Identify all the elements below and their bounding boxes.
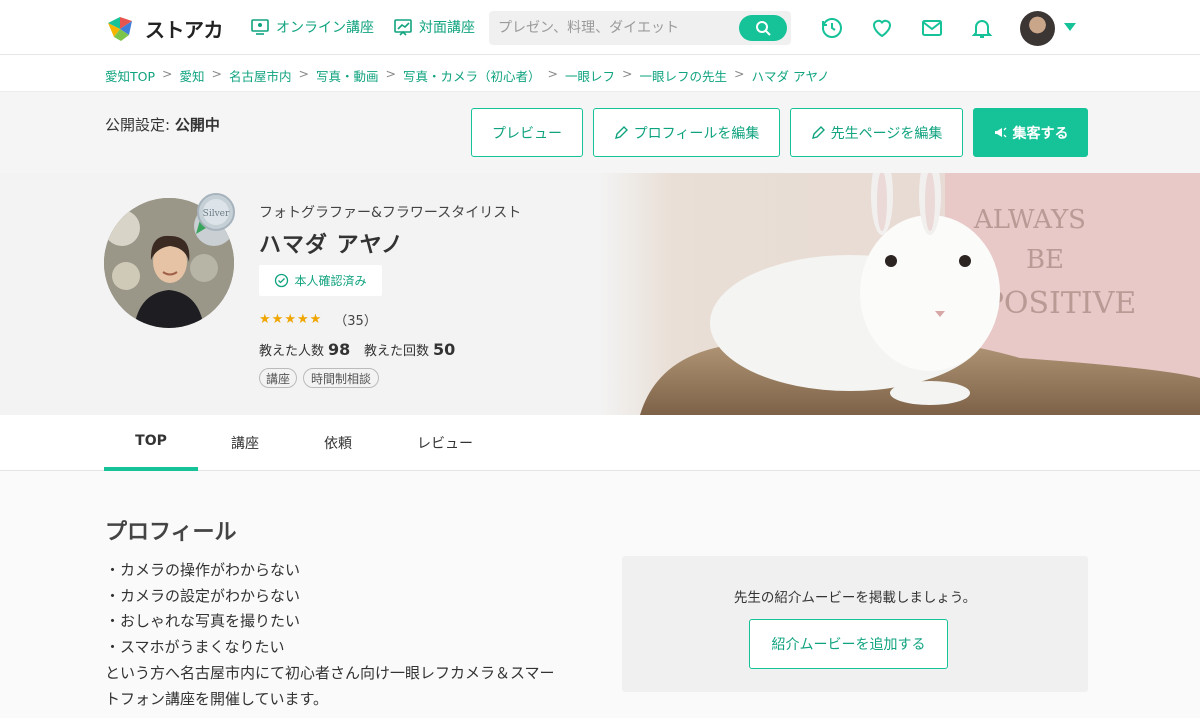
sign-text-line1: ALWAYS bbox=[973, 205, 1086, 235]
edit-teacher-page-button[interactable]: 先生ページを編集 bbox=[790, 108, 963, 157]
star-icon: ★ bbox=[296, 312, 309, 327]
profile-line: ・おしゃれな写真を撮りたい bbox=[105, 612, 301, 631]
search-button[interactable] bbox=[739, 15, 787, 41]
promote-label: 集客する bbox=[1012, 125, 1069, 142]
intro-video-panel: 先生の紹介ムービーを掲載しましょう。 紹介ムービーを追加する bbox=[622, 556, 1088, 692]
profile-description: ・カメラの操作がわからない ・カメラの設定がわからない ・おしゃれな写真を撮りた… bbox=[105, 558, 605, 712]
breadcrumb-current[interactable]: ハマダ アヤノ bbox=[752, 66, 830, 85]
promote-button[interactable]: 集客する bbox=[973, 108, 1088, 157]
profile-line: トフォン講座を開催しています。 bbox=[105, 689, 329, 708]
publish-settings-bar: 公開設定: 公開中 プレビュー プロフィールを編集 先生ページを編集 集客する bbox=[0, 91, 1200, 173]
sessions-value: 50 bbox=[433, 340, 456, 359]
profile-section-title: プロフィール bbox=[105, 520, 237, 545]
nav-online-label: オンライン講座 bbox=[276, 20, 374, 36]
breadcrumb-separator: > bbox=[622, 66, 633, 81]
search-icon bbox=[756, 21, 771, 36]
tag-consultation[interactable]: 時間制相談 bbox=[303, 368, 379, 388]
search-box bbox=[489, 11, 791, 45]
tab-reviews[interactable]: レビュー bbox=[398, 415, 492, 471]
profile-line: ・カメラの操作がわからない bbox=[105, 561, 301, 579]
teacher-profile-hero: Silver フォトグラファー&フラワースタイリスト ハマダ アヤノ 本人確認済… bbox=[0, 173, 1200, 415]
bell-icon[interactable] bbox=[970, 16, 994, 40]
teacher-subtitle: フォトグラファー&フラワースタイリスト bbox=[259, 205, 522, 221]
nav-inperson-courses[interactable]: 対面講座 bbox=[393, 17, 475, 37]
breadcrumb-item[interactable]: 一眼レフの先生 bbox=[640, 66, 728, 85]
star-icon: ★ bbox=[309, 312, 322, 327]
user-avatar[interactable] bbox=[1020, 11, 1055, 46]
tab-courses[interactable]: 講座 bbox=[198, 415, 292, 471]
tab-requests[interactable]: 依頼 bbox=[291, 415, 385, 471]
megaphone-icon bbox=[994, 127, 1006, 138]
breadcrumb-item[interactable]: 写真・動画 bbox=[316, 66, 379, 85]
edit-profile-label: プロフィールを編集 bbox=[633, 125, 760, 142]
nav-online-courses[interactable]: オンライン講座 bbox=[250, 17, 374, 37]
preview-button-label: プレビュー bbox=[492, 125, 562, 142]
sessions-label: 教えた回数 bbox=[364, 344, 430, 359]
verified-badge: 本人確認済み bbox=[259, 265, 382, 296]
nav-inperson-label: 対面講座 bbox=[419, 20, 475, 36]
sessions-taught: 教えた回数 50 bbox=[364, 340, 455, 359]
publish-status: 公開設定: 公開中 bbox=[105, 114, 220, 135]
logo-text: ストアカ bbox=[145, 17, 224, 42]
breadcrumb-separator: > bbox=[211, 66, 222, 81]
breadcrumb-separator: > bbox=[385, 66, 396, 81]
publish-status-value: 公開中 bbox=[174, 116, 220, 134]
edit-profile-button[interactable]: プロフィールを編集 bbox=[593, 108, 780, 157]
mail-icon[interactable] bbox=[920, 16, 944, 40]
hero-cover-photo: ALWAYS BE POSITIVE bbox=[600, 173, 1200, 415]
breadcrumb-item[interactable]: 愛知 bbox=[180, 66, 205, 85]
breadcrumb-item[interactable]: 愛知TOP bbox=[105, 66, 155, 85]
edit-teacher-page-label: 先生ページを編集 bbox=[830, 125, 943, 142]
heart-icon[interactable] bbox=[870, 16, 894, 40]
breadcrumb-separator: > bbox=[547, 66, 558, 81]
rabbit-photo: ALWAYS BE POSITIVE bbox=[600, 173, 1200, 415]
breadcrumb-separator: > bbox=[162, 66, 173, 81]
chevron-down-icon[interactable] bbox=[1064, 23, 1076, 31]
breadcrumb: 愛知TOP > 愛知 > 名古屋市内 > 写真・動画 > 写真・カメラ（初心者） > 一眼… bbox=[105, 66, 829, 85]
pencil-icon bbox=[811, 126, 825, 139]
students-label: 教えた人数 bbox=[259, 344, 325, 359]
add-intro-video-label: 紹介ムービーを追加する bbox=[771, 637, 926, 653]
publish-status-label: 公開設定: bbox=[105, 116, 171, 134]
teacher-name: ハマダ アヤノ bbox=[259, 233, 404, 258]
students-value: 98 bbox=[328, 340, 351, 359]
sign-text-line3: POSITIVE bbox=[984, 286, 1137, 321]
intro-video-message: 先生の紹介ムービーを掲載しましょう。 bbox=[733, 590, 977, 606]
breadcrumb-separator: > bbox=[734, 66, 745, 81]
add-intro-video-button[interactable]: 紹介ムービーを追加する bbox=[749, 619, 948, 669]
students-taught: 教えた人数 98 bbox=[259, 340, 350, 359]
silver-badge: Silver bbox=[196, 193, 235, 234]
sign-text-line2: BE bbox=[1026, 245, 1064, 275]
review-count[interactable]: （35） bbox=[334, 310, 377, 329]
profile-tabs: TOP 講座 依頼 レビュー bbox=[0, 415, 1200, 471]
logo-mark-icon bbox=[108, 17, 132, 41]
tab-top[interactable]: TOP bbox=[104, 415, 198, 471]
monitor-icon bbox=[251, 19, 269, 35]
profile-line: という方へ名古屋市内にて初心者さん向け一眼レフカメラ＆スマー bbox=[105, 663, 555, 682]
star-icon: ★ bbox=[284, 312, 296, 327]
rating-stars: ★ ★ ★ ★ ★ （35） bbox=[259, 310, 377, 329]
breadcrumb-separator: > bbox=[298, 66, 309, 81]
profile-line: ・カメラの設定がわからない bbox=[105, 586, 301, 605]
breadcrumb-item[interactable]: 名古屋市内 bbox=[229, 66, 292, 85]
check-circle-icon bbox=[275, 273, 289, 288]
breadcrumb-item[interactable]: 写真・カメラ（初心者） bbox=[403, 66, 541, 85]
profile-line: ・スマホがうまくなりたい bbox=[105, 638, 285, 657]
silver-badge-label: Silver bbox=[203, 209, 230, 219]
star-icon: ★ bbox=[271, 312, 284, 327]
history-icon[interactable] bbox=[820, 16, 844, 40]
search-input[interactable] bbox=[489, 11, 739, 45]
breadcrumb-item[interactable]: 一眼レフ bbox=[565, 66, 615, 85]
site-logo[interactable]: ストアカ bbox=[105, 13, 224, 43]
pencil-icon bbox=[614, 126, 628, 139]
tag-course[interactable]: 講座 bbox=[259, 368, 297, 388]
verified-label: 本人確認済み bbox=[294, 274, 367, 288]
site-header: ストアカ オンライン講座 対面講座 bbox=[0, 0, 1200, 55]
profile-content: プロフィール ・カメラの操作がわからない ・カメラの設定がわからない ・おしゃれ… bbox=[0, 471, 1200, 718]
presentation-icon bbox=[394, 19, 412, 36]
preview-button[interactable]: プレビュー bbox=[471, 108, 583, 157]
star-icon: ★ bbox=[259, 312, 271, 327]
